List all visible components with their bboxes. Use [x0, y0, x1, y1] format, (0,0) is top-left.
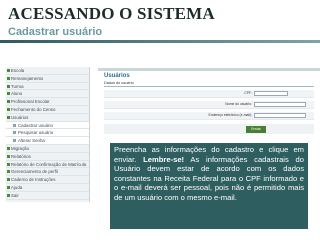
slide-title: ACESSANDO O SISTEMA	[8, 4, 215, 23]
bullet-icon	[7, 69, 10, 72]
sidebar-menu: Escola Remanejamento Turma Aluno Profissiona…	[6, 67, 90, 202]
bullet-icon	[13, 139, 16, 143]
title-divider	[0, 40, 320, 43]
email-label: Endereço eletrônico (e-mail):	[208, 113, 252, 117]
form-title: Usuários	[104, 73, 130, 79]
callout-emphasis: Lembre-se!	[143, 154, 185, 164]
slide-subtitle: Cadastrar usuário	[8, 26, 103, 38]
sidebar-item-label: Fechamento do Censo	[11, 106, 56, 112]
sidebar-item-label: Remanejamento	[11, 75, 44, 81]
bullet-icon	[13, 123, 16, 127]
name-label: Nome do usuário:	[225, 102, 252, 106]
sidebar-item-label: Profissional Escolar	[11, 99, 50, 105]
sidebar-item[interactable]: Caderno de Instruções	[6, 176, 89, 184]
name-row: Nome do usuário:	[104, 101, 314, 109]
sidebar-item-label: Pesquisar usuário	[18, 130, 54, 136]
sidebar-item-label: Relatórios	[11, 153, 31, 159]
bullet-icon	[7, 170, 10, 174]
sidebar-item[interactable]: Relatório de Confirmação de Matrícula	[6, 161, 89, 169]
sidebar-item-label: Alterar Senha	[18, 138, 45, 144]
sidebar-item-label: Sair	[11, 192, 19, 198]
sidebar-item-label: Escola	[11, 68, 25, 73]
name-input[interactable]	[254, 102, 306, 108]
sidebar-item[interactable]: Sair	[6, 192, 89, 200]
sidebar-item-label: Aluno	[11, 91, 23, 97]
bullet-icon	[7, 115, 10, 119]
sidebar-item-label: Relatório de Confirmação de Matrícula	[11, 161, 87, 167]
sidebar-item[interactable]: Aluno	[6, 90, 89, 99]
sidebar-item-label: Ajuda	[11, 184, 23, 190]
form-top-bar	[98, 68, 320, 71]
bullet-icon	[13, 131, 16, 135]
sidebar-item[interactable]: Escola	[6, 67, 89, 75]
bullet-icon	[7, 185, 10, 189]
email-row: Endereço eletrônico (e-mail):	[104, 112, 314, 120]
sidebar-item[interactable]: Remanejamento	[6, 75, 89, 83]
cpf-label: CPF:	[244, 91, 252, 95]
sidebar-item[interactable]: Profissional Escolar	[6, 98, 89, 106]
cpf-input[interactable]	[254, 91, 288, 97]
bullet-icon	[7, 100, 10, 104]
sidebar-item-label: Caderno de Instruções	[11, 177, 56, 183]
bullet-icon	[7, 84, 10, 88]
bullet-icon	[7, 154, 10, 158]
sidebar-item[interactable]: Relatórios	[6, 153, 89, 161]
sidebar-item[interactable]: Usuários	[6, 114, 89, 122]
bullet-icon	[7, 107, 10, 111]
form-section-label: Dados do usuário	[104, 81, 134, 85]
form-actions: Enviar	[104, 124, 314, 134]
sidebar-item[interactable]: Turma	[6, 83, 89, 91]
cpf-row: CPF:	[104, 90, 314, 98]
sidebar-item-label: Usuários	[11, 114, 29, 120]
sidebar-item[interactable]: Ajuda	[6, 184, 89, 192]
sidebar-item[interactable]: Pesquisar usuário	[6, 129, 89, 138]
sidebar-item-label: Turma	[11, 83, 24, 89]
instruction-callout: Preencha as informações do cadastro e cl…	[110, 143, 308, 229]
sidebar-item[interactable]: Alterar Senha	[6, 137, 89, 145]
submit-button[interactable]: Enviar	[246, 125, 266, 133]
sidebar-item[interactable]: Gerenciamento de perfil	[6, 168, 89, 177]
bullet-icon	[7, 162, 10, 166]
form-divider	[104, 86, 314, 87]
sidebar-item[interactable]: Cadastrar usuário	[6, 121, 89, 130]
sidebar-item-label: Gerenciamento de perfil	[11, 169, 58, 175]
sidebar-item-label: Migração	[11, 145, 30, 151]
bullet-icon	[7, 193, 10, 197]
sidebar-item[interactable]: Fechamento do Censo	[6, 106, 89, 114]
bullet-icon	[7, 146, 10, 150]
form-screenshot: Usuários Dados do usuário CPF: Nome do u…	[98, 68, 320, 140]
email-input[interactable]	[254, 113, 306, 119]
sidebar-item[interactable]: Migração	[6, 145, 89, 153]
bullet-icon	[7, 178, 10, 182]
sidebar-item-label: Cadastrar usuário	[18, 122, 53, 128]
bullet-icon	[7, 76, 10, 80]
bullet-icon	[7, 92, 10, 96]
